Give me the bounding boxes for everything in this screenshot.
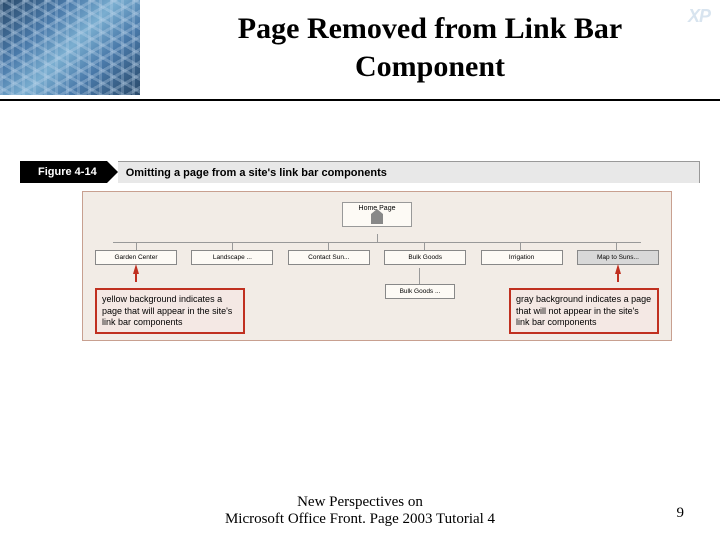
tree-connector <box>136 242 137 250</box>
slide-title: Page Removed from Link Bar Component <box>140 10 720 85</box>
child-label: Garden Center <box>115 254 158 261</box>
child-node-excluded: Map to Suns... <box>577 250 659 265</box>
child-nodes-row: Garden Center Landscape ... Contact Sun.… <box>95 250 659 265</box>
home-page-node: Home Page <box>342 202 412 227</box>
child-node: Contact Sun... <box>288 250 370 265</box>
tree-connector <box>113 242 641 243</box>
tree-connector <box>419 268 420 284</box>
figure-caption: Omitting a page from a site's link bar c… <box>118 161 700 183</box>
tree-connector <box>232 242 233 250</box>
xp-badge: XP <box>688 6 710 27</box>
slide-footer: New Perspectives on Microsoft Office Fro… <box>0 494 720 528</box>
child-label: Irrigation <box>509 254 534 261</box>
callout-yellow-pages: yellow background indicates a page that … <box>95 288 245 334</box>
child-node: Irrigation <box>481 250 563 265</box>
child-node: Landscape ... <box>191 250 273 265</box>
page-number: 9 <box>677 505 685 522</box>
tree-connector <box>616 242 617 250</box>
figure-label-bar: Figure 4-14 Omitting a page from a site'… <box>20 161 700 183</box>
child-label: Contact Sun... <box>308 254 349 261</box>
child-label: Map to Suns... <box>597 254 639 261</box>
child-label: Landscape ... <box>213 254 252 261</box>
child-label: Bulk Goods <box>408 254 442 261</box>
figure-number: Figure 4-14 <box>34 161 107 183</box>
figure-arrow-shape <box>107 161 118 183</box>
callout-arrow-icon <box>615 264 621 274</box>
slide-header: Page Removed from Link Bar Component <box>0 0 720 101</box>
title-area: Page Removed from Link Bar Component <box>140 0 720 85</box>
figure-bar-accent <box>20 161 34 183</box>
header-decorative-image <box>0 0 140 95</box>
figure-diagram: Home Page Garden Center Landscape ... Co… <box>82 191 672 341</box>
grandchild-label: Bulk Goods ... <box>400 288 441 295</box>
footer-line-1: New Perspectives on <box>0 494 720 511</box>
title-line-2: Component <box>355 50 505 83</box>
title-line-1: Page Removed from Link Bar <box>238 12 622 45</box>
tree-connector <box>377 234 378 242</box>
tree-connector <box>520 242 521 250</box>
tree-connector <box>328 242 329 250</box>
footer-line-2: Microsoft Office Front. Page 2003 Tutori… <box>0 511 720 528</box>
child-node: Bulk Goods <box>384 250 466 265</box>
home-icon <box>371 214 383 224</box>
callout-arrow-icon <box>133 264 139 274</box>
callout-gray-pages: gray background indicates a page that wi… <box>509 288 659 334</box>
tree-connector <box>424 242 425 250</box>
figure-block: Figure 4-14 Omitting a page from a site'… <box>20 161 700 341</box>
child-node: Garden Center <box>95 250 177 265</box>
grandchild-node: Bulk Goods ... <box>385 284 455 299</box>
